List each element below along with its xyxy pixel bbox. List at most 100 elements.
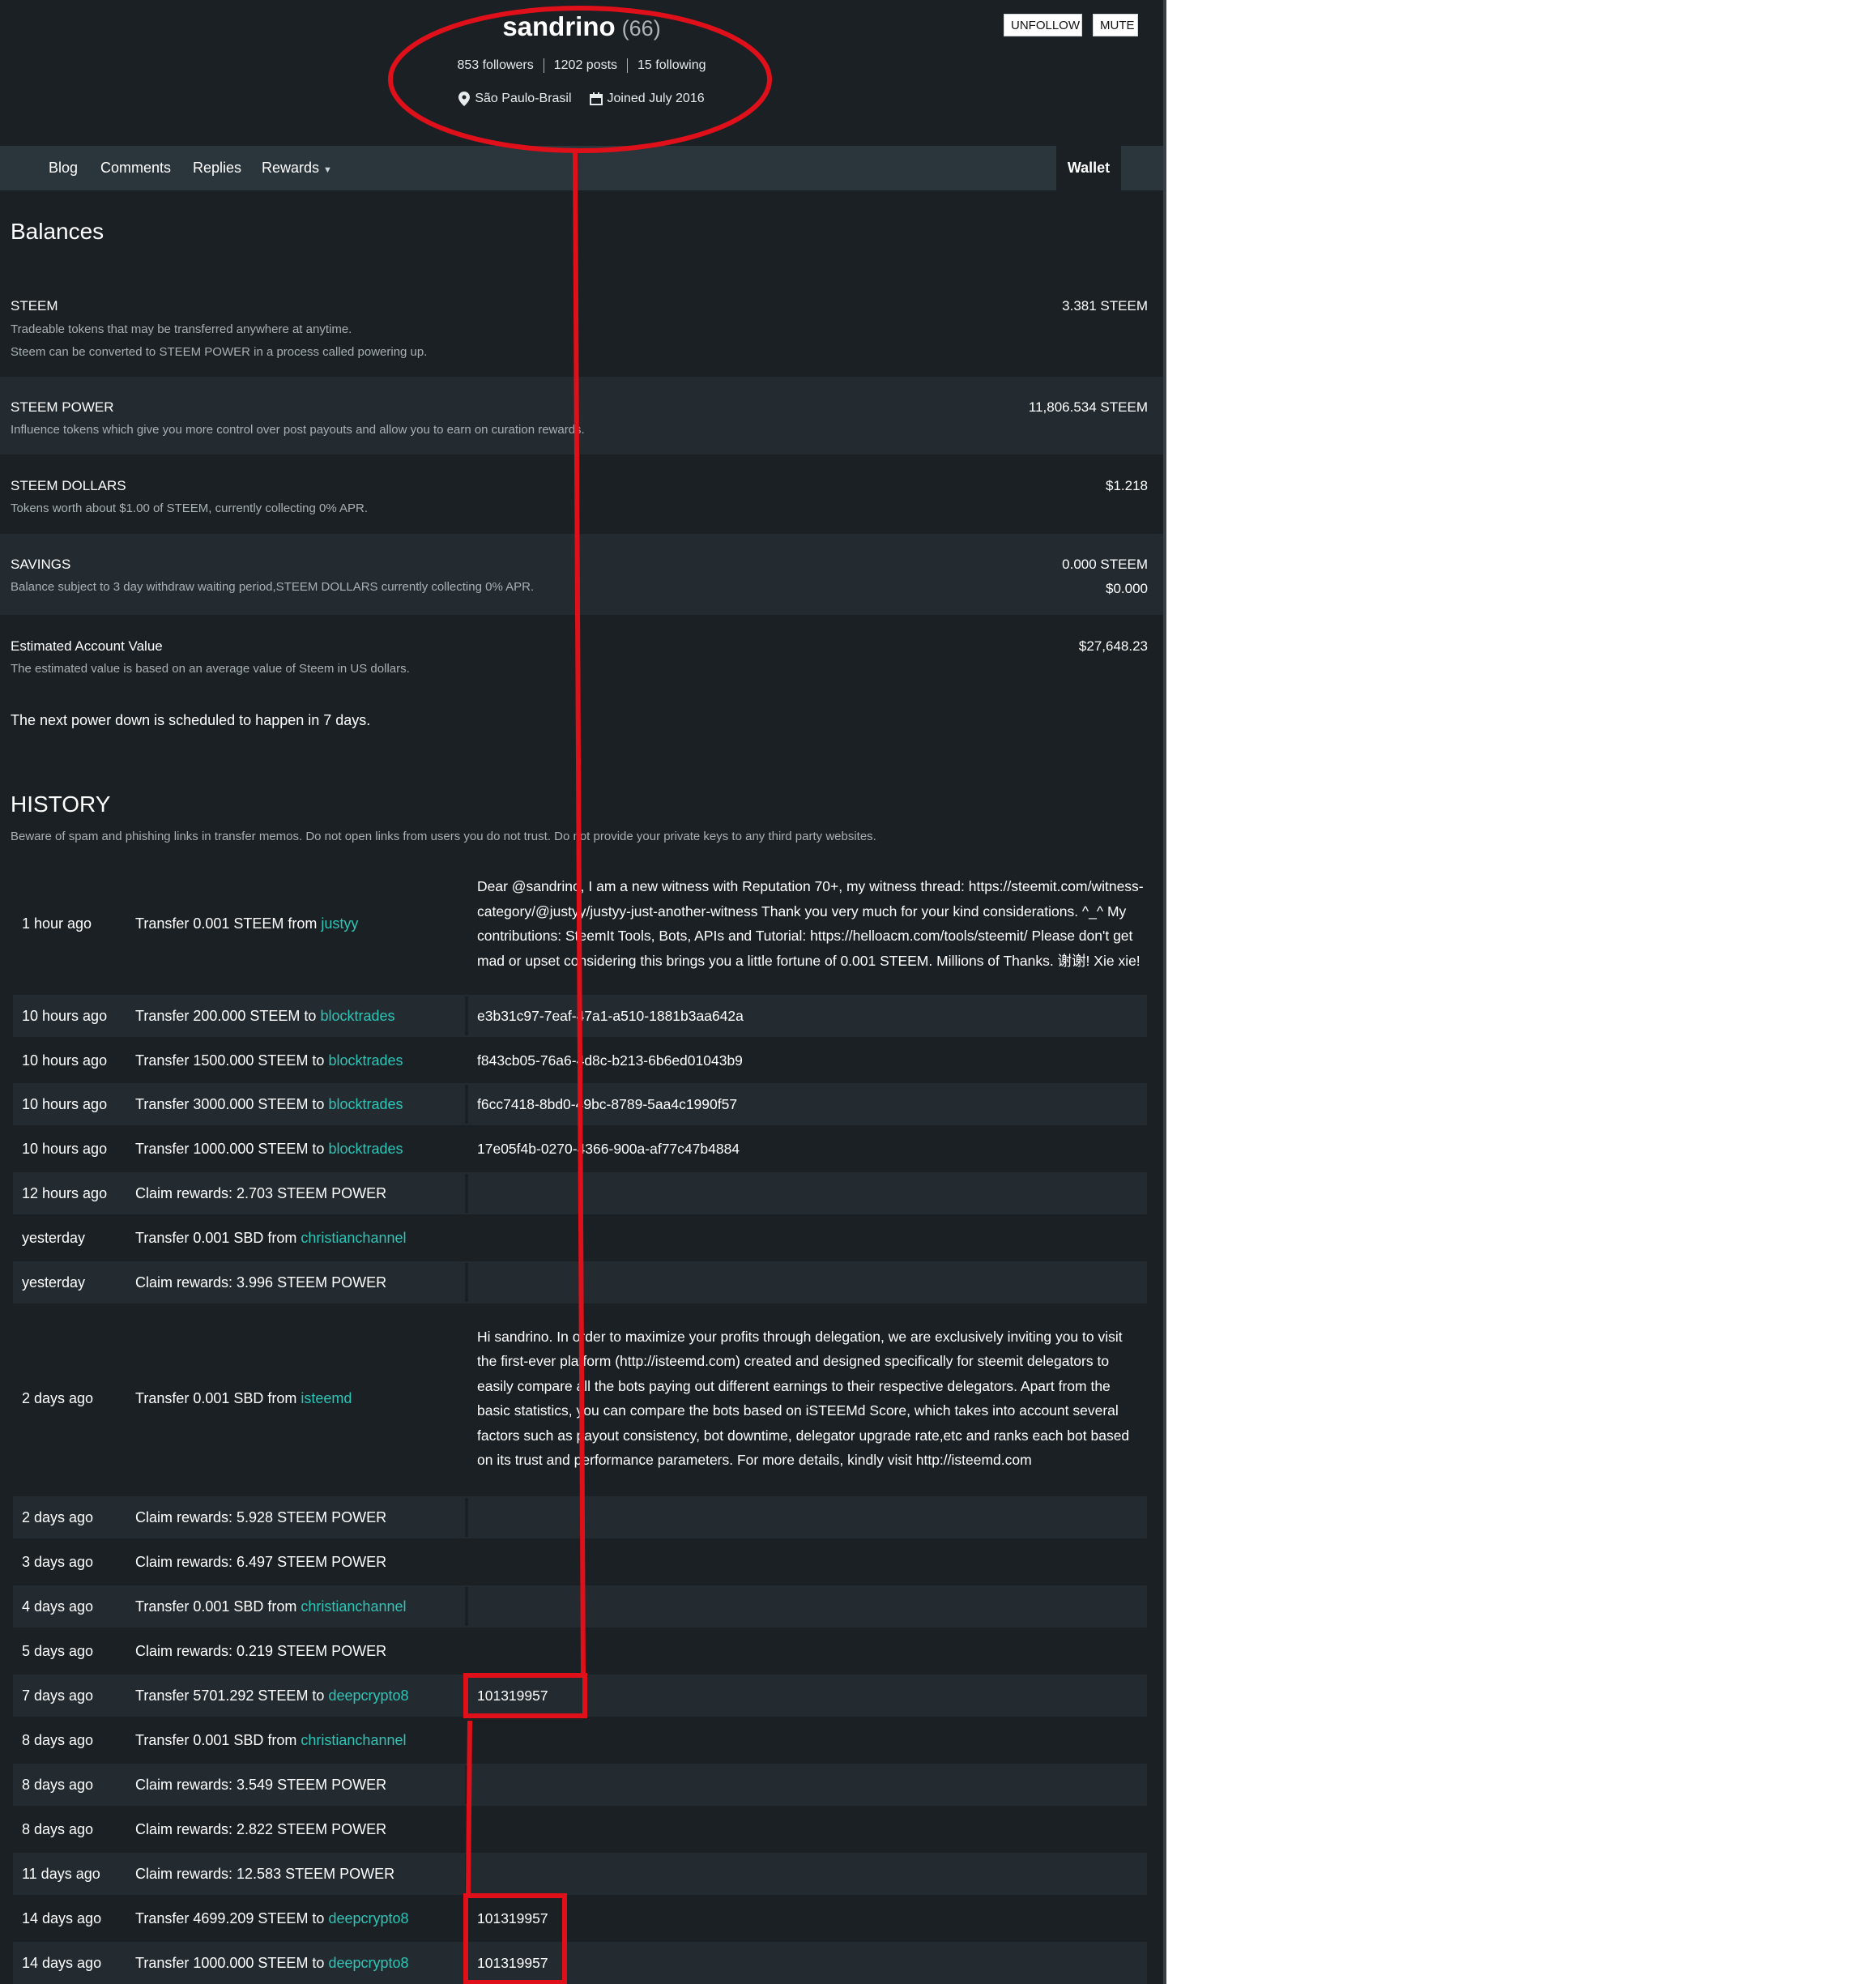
account-link[interactable]: blocktrades <box>328 1141 403 1158</box>
history-time: 2 days ago <box>22 1496 119 1538</box>
history-operation: Claim rewards: 5.928 STEEM POWER <box>135 1496 459 1538</box>
history-time-text: yesterday <box>22 1229 86 1246</box>
history-operation: Transfer 1000.000 STEEM to blocktrades <box>135 1128 459 1170</box>
account-link[interactable]: christianchannel <box>301 1230 406 1247</box>
history-row: 14 days ago Transfer 1000.000 STEEM to dee… <box>13 1942 1147 1984</box>
history-memo: 101319957 <box>477 1942 1145 1984</box>
history-operation-text: Transfer 1000.000 STEEM to <box>135 1954 325 1971</box>
profile-name: sandrino (66) <box>0 11 1163 42</box>
history-row: 8 days ago Transfer 0.001 SBD from christi… <box>13 1719 1147 1761</box>
column-divider <box>465 1263 468 1302</box>
history-time-text: 5 days ago <box>22 1642 94 1659</box>
history-row: 12 hours ago Claim rewards: 2.703 STEEM P… <box>13 1172 1147 1214</box>
balance-title: STEEM DOLLARS <box>11 478 126 493</box>
account-link[interactable]: isteemd <box>301 1390 352 1407</box>
column-divider <box>465 1899 468 1938</box>
account-link[interactable]: blocktrades <box>320 1008 394 1025</box>
history-time: 7 days ago <box>22 1675 119 1717</box>
history-time: 8 days ago <box>22 1808 119 1850</box>
history-time-text: 8 days ago <box>22 1820 94 1837</box>
history-operation-text: Claim rewards: 2.822 STEEM POWER <box>135 1820 387 1837</box>
tab-blog[interactable]: Blog <box>49 146 78 190</box>
history-time-text: 10 hours ago <box>22 1140 108 1157</box>
column-divider <box>465 1041 468 1080</box>
column-divider <box>465 856 468 991</box>
column-divider <box>465 1174 468 1213</box>
history-operation: Claim rewards: 2.822 STEEM POWER <box>135 1808 459 1850</box>
history-memo: f6cc7418-8bd0-49bc-8789-5aa4c1990f57 <box>477 1083 1145 1125</box>
history-operation: Claim rewards: 0.219 STEEM POWER <box>135 1630 459 1672</box>
history-row: yesterday Transfer 0.001 SBD from christia… <box>13 1217 1147 1259</box>
history-operation-text: Claim rewards: 2.703 STEEM POWER <box>135 1184 387 1201</box>
unfollow-button[interactable]: UNFOLLOW <box>1004 14 1082 36</box>
followers-count[interactable]: 853 followers <box>447 58 543 73</box>
history-memo-text: e3b31c97-7eaf-47a1-a510-1881b3aa642a <box>477 1007 744 1024</box>
account-link[interactable]: deepcrypto8 <box>328 1687 408 1705</box>
balance-value: $27,648.23 <box>1078 638 1148 654</box>
balance-value[interactable]: 3.381 STEEM <box>1062 298 1148 314</box>
history-time-text: 2 days ago <box>22 1508 94 1525</box>
history-operation-text: Transfer 4699.209 STEEM to <box>135 1909 325 1926</box>
account-link[interactable]: justyy <box>321 915 358 932</box>
username: sandrino <box>502 11 616 41</box>
savings-sbd-value[interactable]: $0.000 <box>1106 581 1148 597</box>
posts-count[interactable]: 1202 posts <box>543 58 627 73</box>
history-row: 8 days ago Claim rewards: 2.822 STEEM POW… <box>13 1808 1147 1850</box>
tab-comments[interactable]: Comments <box>100 146 171 190</box>
history-operation-text: Transfer 0.001 SBD from <box>135 1598 297 1615</box>
history-memo-text: 101319957 <box>477 1909 548 1926</box>
history-row: 10 hours ago Transfer 1500.000 STEEM to bl… <box>13 1039 1147 1082</box>
tab-rewards[interactable]: Rewards ▼ <box>262 146 332 193</box>
history-memo-text: 101319957 <box>477 1954 548 1971</box>
balance-steem-dollars: STEEM DOLLARS Tokens worth about $1.00 o… <box>0 455 1163 533</box>
tab-replies[interactable]: Replies <box>193 146 241 190</box>
column-divider <box>465 1854 468 1893</box>
profile-nav: Blog Comments Replies Rewards ▼ Wallet <box>0 146 1163 190</box>
tab-wallet[interactable]: Wallet <box>1056 146 1121 190</box>
history-operation: Transfer 1000.000 STEEM to deepcrypto8 <box>135 1942 459 1984</box>
history-row: 10 hours ago Transfer 3000.000 STEEM to bl… <box>13 1083 1147 1125</box>
scrollbar[interactable] <box>1163 0 1166 1984</box>
account-link[interactable]: deepcrypto8 <box>328 1910 408 1927</box>
history-operation-text: Claim rewards: 5.928 STEEM POWER <box>135 1508 387 1525</box>
account-link[interactable]: deepcrypto8 <box>328 1955 408 1972</box>
history-operation: Transfer 0.001 STEEM from justyy <box>135 855 459 992</box>
mute-button[interactable]: MUTE <box>1093 14 1138 36</box>
following-count[interactable]: 15 following <box>627 58 716 73</box>
history-time: 2 days ago <box>22 1306 119 1491</box>
history-time: yesterday <box>22 1261 119 1303</box>
history-memo <box>477 1630 1145 1672</box>
balance-value[interactable]: $1.218 <box>1106 478 1148 494</box>
history-time-text: 14 days ago <box>22 1909 102 1926</box>
location: São Paulo-Brasil <box>458 92 572 106</box>
account-link[interactable]: christianchannel <box>301 1732 406 1749</box>
history-row: 2 days ago Transfer 0.001 SBD from isteemd… <box>13 1306 1147 1491</box>
column-divider <box>465 1943 468 1982</box>
history-memo <box>477 1585 1145 1628</box>
caret-down-icon: ▼ <box>323 165 332 175</box>
history-time: 4 days ago <box>22 1585 119 1628</box>
history-memo-text: 17e05f4b-0270-4366-900a-af77c47b4884 <box>477 1140 740 1157</box>
history-operation: Claim rewards: 6.497 STEEM POWER <box>135 1541 459 1583</box>
history-row: 11 days ago Claim rewards: 12.583 STEEM P… <box>13 1853 1147 1895</box>
history-time: 10 hours ago <box>22 1039 119 1082</box>
history-time-text: 10 hours ago <box>22 1007 108 1024</box>
history-operation: Transfer 3000.000 STEEM to blocktrades <box>135 1083 459 1125</box>
column-divider <box>465 1218 468 1257</box>
history-memo-text: f6cc7418-8bd0-49bc-8789-5aa4c1990f57 <box>477 1095 738 1112</box>
history-operation-text: Claim rewards: 3.996 STEEM POWER <box>135 1274 387 1291</box>
wallet-page: sandrino (66) 853 followers 1202 posts 15… <box>0 0 1163 1984</box>
history-operation-text: Transfer 0.001 STEEM from <box>135 915 318 932</box>
account-link[interactable]: blocktrades <box>328 1052 403 1069</box>
history-row: 1 hour ago Transfer 0.001 STEEM from justy… <box>13 855 1147 992</box>
history-row: 10 hours ago Transfer 1000.000 STEEM to bl… <box>13 1128 1147 1170</box>
history-heading: HISTORY <box>11 791 111 817</box>
savings-steem-value[interactable]: 0.000 STEEM <box>1062 557 1148 573</box>
column-divider <box>465 1308 468 1489</box>
balance-value[interactable]: 11,806.534 STEEM <box>1029 399 1148 416</box>
history-row: yesterday Claim rewards: 3.996 STEEM POWE… <box>13 1261 1147 1303</box>
history-memo: 101319957 <box>477 1897 1145 1939</box>
account-link[interactable]: blocktrades <box>328 1096 403 1113</box>
account-link[interactable]: christianchannel <box>301 1598 406 1615</box>
history-memo: Dear @sandrino, I am a new witness with … <box>477 855 1145 992</box>
